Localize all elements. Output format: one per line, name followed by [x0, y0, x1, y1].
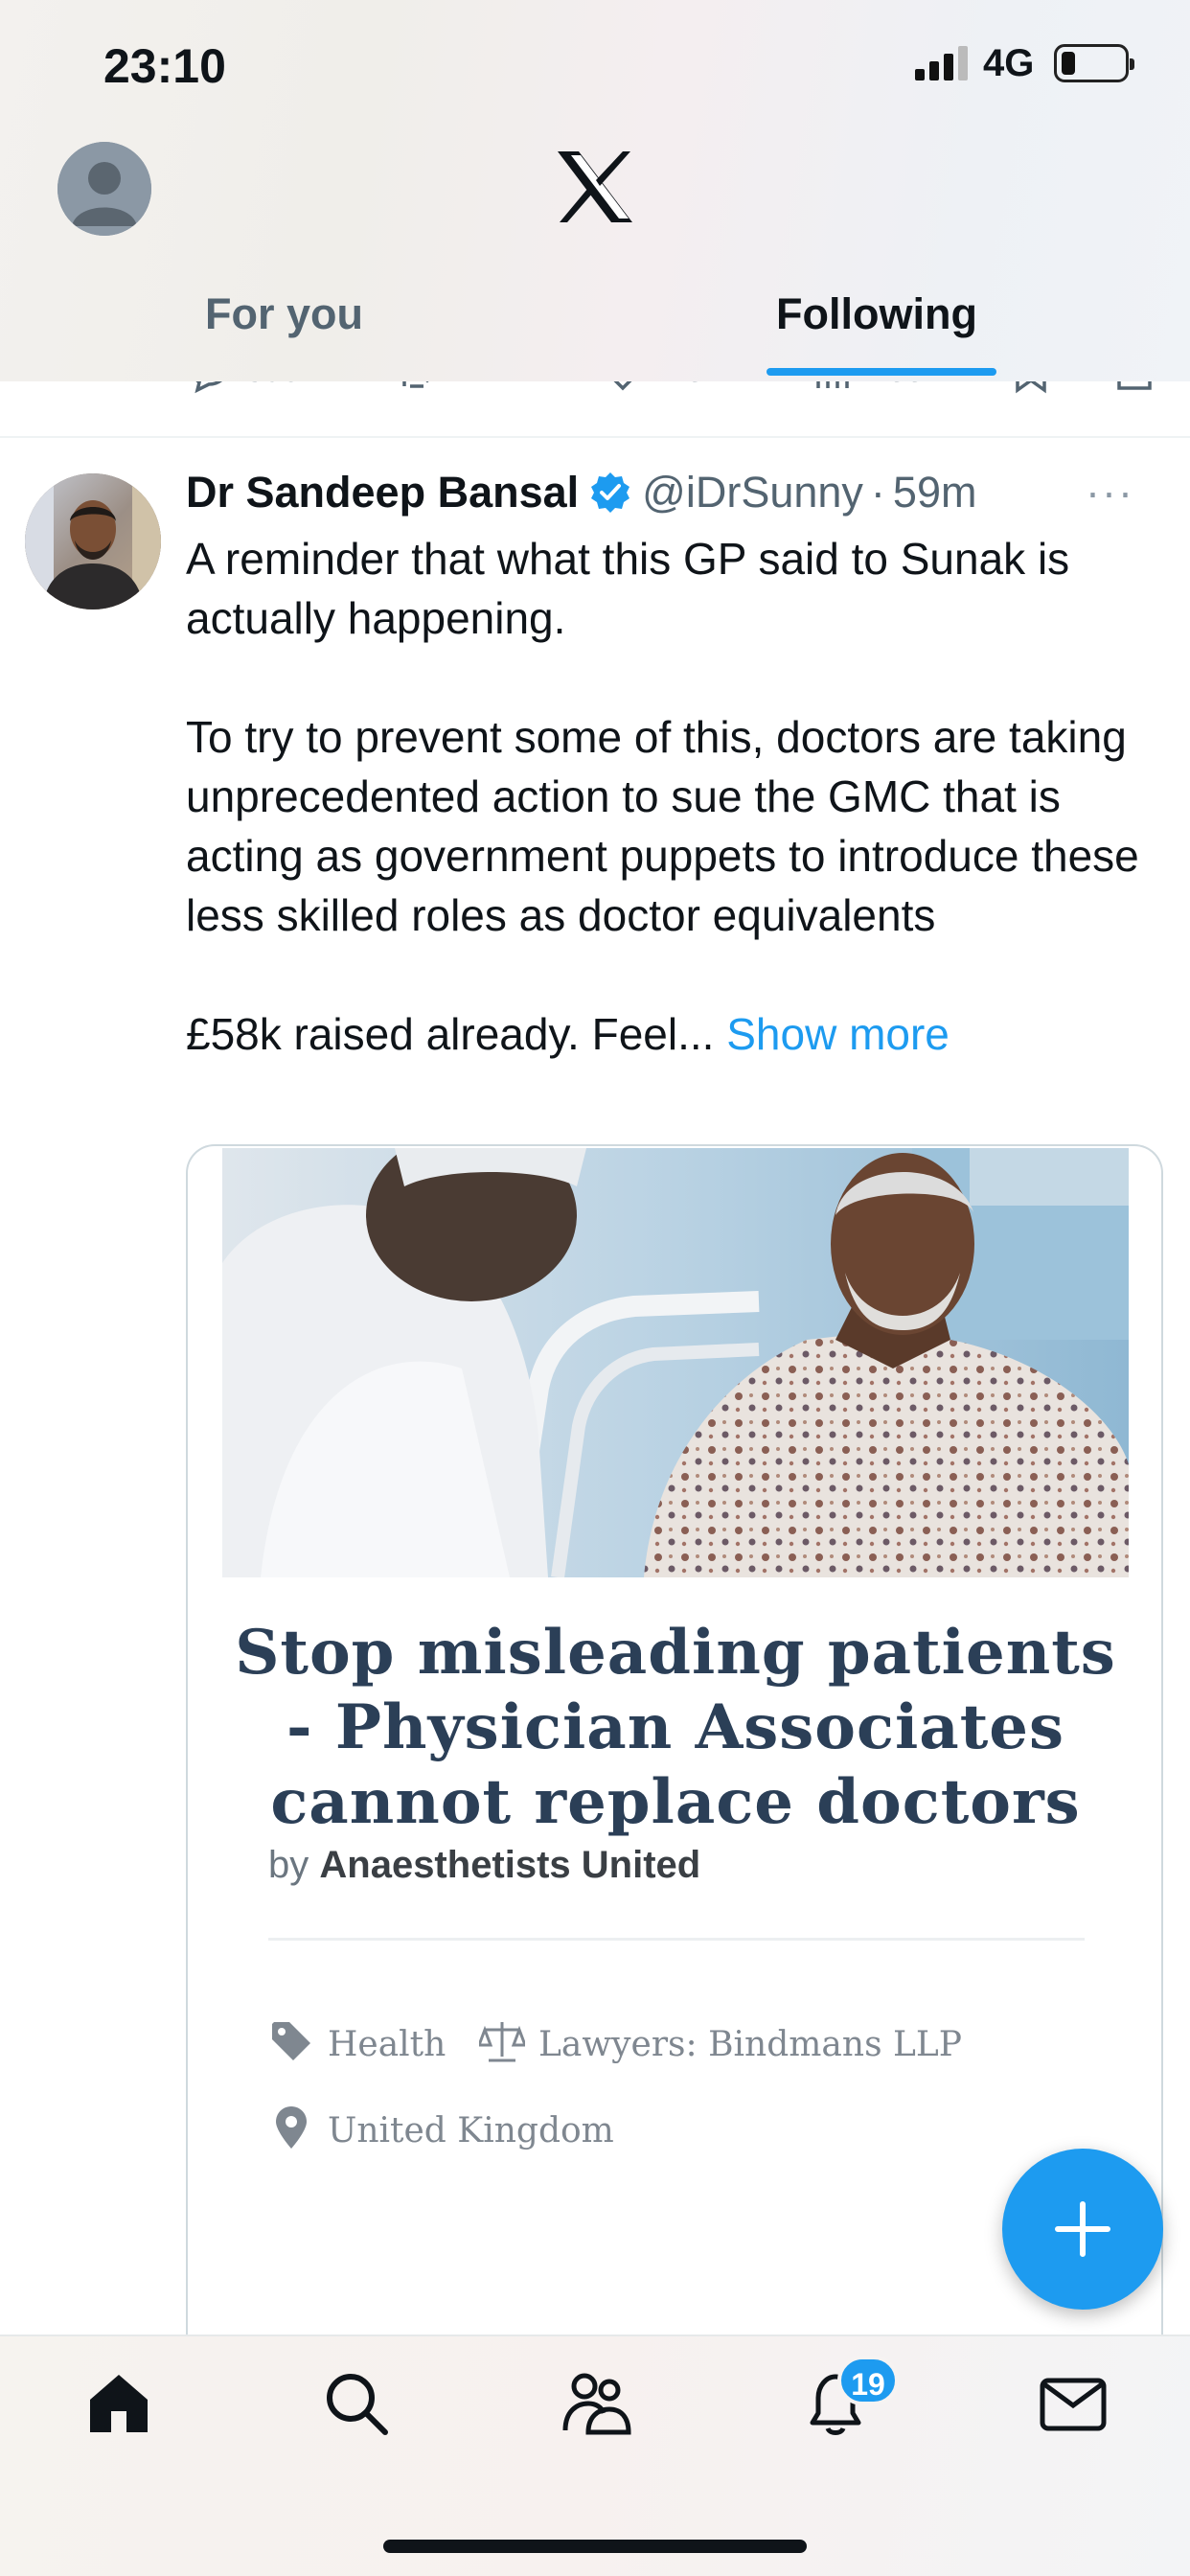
byline-prefix: by — [268, 1844, 309, 1886]
notifications-badge: 19 — [837, 2356, 899, 2405]
tweet-paragraph-text: £58k raised already. Feel... — [186, 1009, 715, 1059]
card-tag-label: Lawyers: Bindmans LLP — [538, 2025, 963, 2064]
link-card[interactable]: Stop misleading patients - Physician Ass… — [186, 1144, 1163, 2361]
battery-icon — [1054, 44, 1134, 82]
show-more-link[interactable]: Show more — [726, 1009, 950, 1059]
status-bar: 23:10 4G — [0, 0, 1190, 125]
card-tag-label: Health — [328, 2025, 446, 2064]
home-icon — [90, 2375, 148, 2432]
nav-communities[interactable] — [560, 2367, 632, 2440]
messages-icon — [1040, 2378, 1107, 2431]
author-avatar[interactable] — [25, 473, 161, 610]
tweet-header: Dr Sandeep Bansal @iDrSunny · 59m ··· — [186, 468, 1163, 518]
tweet-paragraph: A reminder that what this GP said to Sun… — [186, 534, 1070, 643]
author-handle[interactable]: @iDrSunny — [642, 468, 863, 518]
doctor-patient-photo — [222, 1148, 1129, 1577]
search-icon — [327, 2374, 388, 2435]
tweet-paragraph: To try to prevent some of this, doctors … — [186, 712, 1139, 940]
tweet-paragraph: £58k raised already. Feel... Show more — [186, 1004, 1144, 1064]
signal-icon — [915, 46, 968, 80]
tweet-time[interactable]: 59m — [893, 468, 977, 518]
nav-search[interactable] — [320, 2367, 393, 2440]
meta-separator: · — [870, 468, 885, 517]
bottom-nav: 19 — [0, 2334, 1190, 2576]
card-divider — [268, 1938, 1085, 1941]
card-tag-label: United Kingdom — [328, 2111, 614, 2150]
profile-avatar-button[interactable] — [57, 142, 151, 236]
scales-icon — [479, 2022, 525, 2062]
more-options-button[interactable]: ··· — [1086, 468, 1134, 518]
card-image — [222, 1148, 1129, 1577]
author-name[interactable]: Dr Sandeep Bansal — [186, 468, 579, 518]
communities-icon — [562, 2373, 631, 2435]
tag-icon — [272, 2022, 310, 2060]
plus-icon — [1055, 2201, 1110, 2257]
status-time: 23:10 — [103, 39, 226, 93]
nav-home[interactable] — [82, 2367, 155, 2440]
card-title: Stop misleading patients - Physician Ass… — [235, 1617, 1116, 1838]
compose-post-button[interactable] — [1002, 2149, 1163, 2310]
network-type: 4G — [983, 42, 1035, 84]
location-pin-icon — [276, 2106, 307, 2149]
nav-messages[interactable] — [1037, 2367, 1110, 2440]
card-tag-health: Health — [268, 2018, 446, 2064]
verified-badge-icon — [591, 472, 630, 513]
card-byline: by Anaesthetists United — [268, 1844, 700, 1887]
card-tag-location: United Kingdom — [268, 2104, 614, 2150]
x-logo-icon[interactable] — [556, 150, 634, 224]
tab-following[interactable]: Following — [776, 289, 977, 339]
byline-organisation: Anaesthetists United — [319, 1844, 701, 1886]
home-indicator[interactable] — [383, 2540, 807, 2553]
top-header: 23:10 4G For you Following — [0, 0, 1190, 381]
tweet-text: A reminder that what this GP said to Sun… — [186, 529, 1144, 1064]
card-tag-lawyers: Lawyers: Bindmans LLP — [479, 2018, 962, 2064]
default-avatar-icon — [57, 142, 151, 236]
active-tab-indicator — [767, 368, 996, 376]
author-photo — [25, 473, 161, 610]
timeline-tabs: For you Following — [0, 278, 1190, 381]
tab-for-you[interactable]: For you — [205, 289, 363, 339]
